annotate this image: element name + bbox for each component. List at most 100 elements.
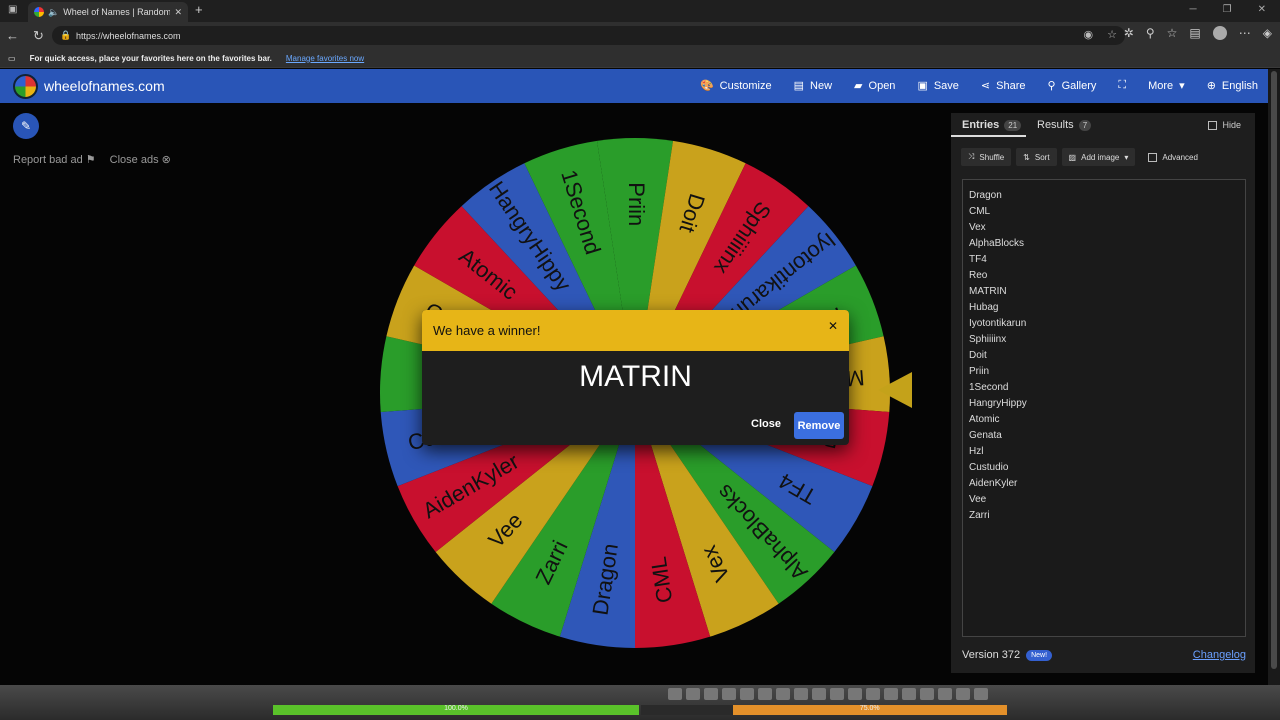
- action-icon[interactable]: [830, 688, 844, 700]
- sort-icon: ⇅: [1023, 152, 1030, 162]
- entry-line: Reo: [969, 270, 988, 281]
- url-field[interactable]: 🔒 https://wheelofnames.com ◉ ☆: [52, 26, 1125, 45]
- url-text: https://wheelofnames.com: [76, 30, 181, 41]
- fullscreen-icon[interactable]: ⛶: [1118, 79, 1126, 92]
- reader-icon[interactable]: ◉: [1084, 28, 1094, 41]
- changelog-link[interactable]: Changelog: [1193, 649, 1246, 661]
- menu-customize[interactable]: 🎨 Customize: [700, 79, 772, 93]
- new-tab-button[interactable]: +: [195, 2, 203, 17]
- results-count-badge: 7: [1078, 119, 1092, 131]
- add-image-button[interactable]: ▨ Add image ▾: [1061, 148, 1136, 166]
- close-ads-link[interactable]: Close ads ⊗: [110, 153, 171, 166]
- close-window-icon[interactable]: ✕: [1258, 4, 1266, 15]
- tab-entries[interactable]: Entries 21: [962, 119, 1022, 131]
- advanced-checkbox[interactable]: [1148, 152, 1158, 162]
- action-icon[interactable]: [722, 688, 736, 700]
- close-tab-icon[interactable]: ✕: [174, 7, 188, 18]
- browser-tab-bar: ▣ 🔈 Wheel of Names | Random ✕ + ─ ❐ ✕: [0, 0, 1280, 22]
- collections-icon[interactable]: ▤: [1189, 26, 1200, 40]
- favorites-icon[interactable]: ☆: [1167, 26, 1178, 40]
- action-icon[interactable]: [686, 688, 700, 700]
- action-icon[interactable]: [848, 688, 862, 700]
- menu-save[interactable]: ▣ Save: [917, 79, 958, 93]
- shuffle-button[interactable]: ⤨ Shuffle: [961, 148, 1012, 166]
- chevron-down-icon: ▾: [1124, 152, 1129, 162]
- speaker-icon[interactable]: 🔈: [48, 7, 59, 18]
- lock-icon: 🔒: [60, 30, 72, 40]
- shuffle-icon: ⤨: [968, 152, 975, 161]
- save-icon: ▣: [917, 80, 928, 92]
- back-icon[interactable]: ←: [6, 28, 19, 44]
- tab-actions-icon[interactable]: ▣: [8, 4, 17, 15]
- resource-bar: 75.0%: [641, 705, 1007, 715]
- resource-bar-fill: 75.0%: [732, 705, 1007, 715]
- window-controls: ─ ❐ ✕: [1190, 4, 1266, 15]
- menu-share[interactable]: ⋖ Share: [980, 79, 1026, 93]
- profile-avatar[interactable]: [1212, 26, 1227, 40]
- page-scrollbar[interactable]: [1268, 69, 1280, 685]
- remove-button[interactable]: Remove: [794, 412, 844, 439]
- maximize-icon[interactable]: ❐: [1223, 4, 1232, 15]
- action-icon[interactable]: [668, 688, 682, 700]
- action-icon[interactable]: [794, 688, 808, 700]
- tab-results[interactable]: Results 7: [1037, 119, 1092, 131]
- action-icon[interactable]: [812, 688, 826, 700]
- game-overlay-bar: 100.0% 75.0%: [0, 685, 1280, 720]
- extensions-icon[interactable]: ✲: [1124, 26, 1134, 40]
- logo-icon[interactable]: [13, 74, 38, 99]
- favbar-text: For quick access, place your favorites h…: [29, 53, 272, 63]
- entries-toolbar: ⤨ Shuffle ⇅ Sort ▨ Add image ▾ Advanced: [961, 148, 1198, 166]
- close-button[interactable]: Close: [751, 418, 781, 430]
- entry-line: Vee: [969, 494, 987, 505]
- entry-line: Atomic: [969, 414, 1000, 425]
- action-icon[interactable]: [920, 688, 934, 700]
- action-icon[interactable]: [902, 688, 916, 700]
- share-icon: ⋖: [980, 80, 991, 92]
- more-icon[interactable]: ⋯: [1239, 26, 1251, 40]
- action-icon[interactable]: [866, 688, 880, 700]
- browser-tab[interactable]: 🔈 Wheel of Names | Random ✕: [28, 2, 188, 22]
- menu-gallery[interactable]: ⚲ Gallery: [1048, 79, 1097, 93]
- menu-open[interactable]: ▰ Open: [854, 79, 895, 93]
- ad-links: Report bad ad ⚑ Close ads ⊗: [13, 153, 171, 166]
- file-icon: ▤: [793, 80, 805, 92]
- reload-icon[interactable]: ↻: [33, 28, 44, 44]
- copilot-icon[interactable]: ◈: [1263, 26, 1272, 40]
- action-icon[interactable]: [938, 688, 952, 700]
- action-icon[interactable]: [758, 688, 772, 700]
- new-badge[interactable]: New!: [1026, 649, 1053, 661]
- entry-line: Iyotontikarun: [969, 318, 1027, 329]
- entry-line: Dragon: [969, 190, 1002, 201]
- edit-pen-button[interactable]: ✎: [13, 113, 39, 139]
- favorite-star-icon[interactable]: ☆: [1107, 28, 1117, 41]
- hide-checkbox[interactable]: [1208, 120, 1218, 130]
- report-bad-ad-link[interactable]: Report bad ad ⚑: [13, 153, 96, 166]
- action-icon[interactable]: [956, 688, 970, 700]
- entry-line: Hubag: [969, 302, 999, 313]
- menu-more[interactable]: More ▾: [1148, 79, 1185, 93]
- action-icon[interactable]: [776, 688, 790, 700]
- wheel-pointer-icon: [878, 372, 912, 408]
- action-icon[interactable]: [974, 688, 988, 700]
- entry-line: CML: [969, 206, 991, 217]
- entry-line: HangryHippy: [969, 398, 1027, 409]
- manage-favorites-link[interactable]: Manage favorites now: [286, 54, 364, 63]
- advanced-toggle[interactable]: Advanced: [1140, 148, 1198, 166]
- hide-toggle[interactable]: Hide: [1208, 120, 1241, 130]
- split-icon[interactable]: ⚲: [1146, 26, 1155, 40]
- app-header: wheelofnames.com 🎨 Customize ▤ New ▰ Open ▣…: [0, 69, 1268, 103]
- sort-button[interactable]: ⇅ Sort: [1016, 148, 1057, 166]
- top-menu: 🎨 Customize ▤ New ▰ Open ▣ Save ⋖ Share ⚲ Gall…: [700, 79, 1258, 92]
- active-tab-indicator: [951, 135, 1026, 137]
- action-icon[interactable]: [884, 688, 898, 700]
- action-icon[interactable]: [704, 688, 718, 700]
- menu-language[interactable]: ⊕ English: [1207, 79, 1258, 93]
- brand-name[interactable]: wheelofnames.com: [44, 78, 165, 94]
- entry-line: Priin: [969, 366, 990, 377]
- entry-line: Zarri: [969, 510, 990, 521]
- menu-new[interactable]: ▤ New: [793, 79, 832, 93]
- entries-textarea[interactable]: Dragon CML Vex AlphaBlocks TF4 Reo MATRIN Hubag…: [962, 179, 1246, 637]
- action-icon[interactable]: [740, 688, 754, 700]
- minimize-icon[interactable]: ─: [1190, 4, 1197, 15]
- close-icon[interactable]: ✕: [828, 319, 838, 333]
